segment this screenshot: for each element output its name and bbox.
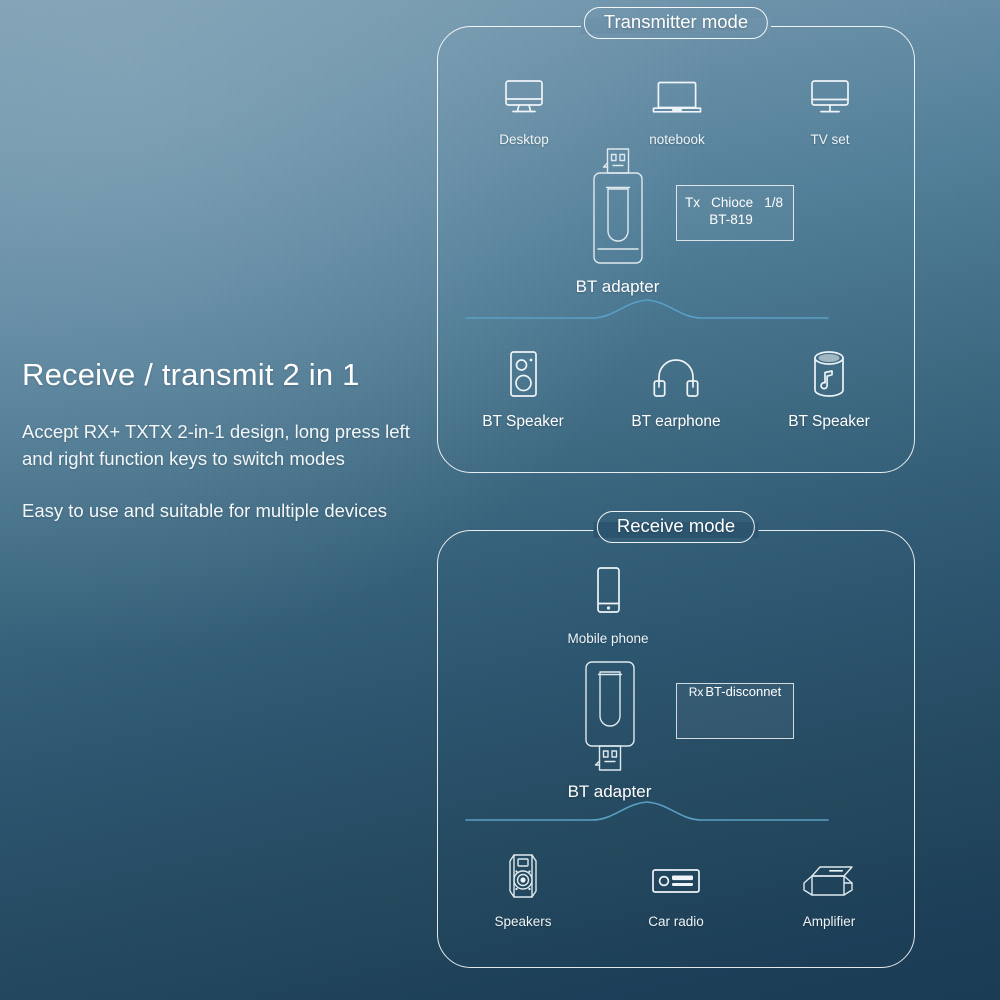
desktop-monitor-icon [466, 63, 582, 121]
amplifier-box-icon [771, 845, 887, 903]
device-bt-speaker-box: BT Speaker [465, 344, 581, 432]
transmitter-status-display: Tx Chioce 1/8 BT-819 [676, 185, 794, 241]
smartphone-icon [550, 562, 666, 620]
page-title: Receive / transmit 2 in 1 [22, 357, 360, 392]
device-amplifier: Amplifier [771, 845, 887, 930]
display-status: BT-disconnet [705, 684, 782, 699]
transmitter-source-row: Desktop notebook TV set [466, 63, 888, 148]
receive-status-display: Rx BT-disconnet [676, 683, 794, 739]
marketing-copy: Receive / transmit 2 in 1 Accept RX+ TXT… [22, 357, 422, 524]
device-label: Mobile phone [567, 631, 649, 646]
cylinder-speaker-icon [771, 344, 887, 402]
transmitter-bracket-connector [464, 297, 830, 323]
device-speakers: Speakers [465, 845, 581, 930]
device-bt-earphone: BT earphone [618, 344, 734, 432]
receive-output-row: Speakers Car radio Amplifier [465, 845, 887, 930]
transmitter-output-row: BT Speaker BT earphone BT Speaker [465, 344, 887, 432]
receive-bracket-connector [464, 799, 830, 825]
device-label: BT earphone [631, 413, 721, 430]
device-label: BT Speaker [788, 413, 870, 430]
display-mode: Tx [685, 195, 700, 210]
panel-title-receive: Receive mode [596, 511, 756, 543]
bookshelf-speaker-icon [465, 344, 581, 402]
device-tv-set: TV set [772, 63, 888, 148]
device-label: Speakers [494, 914, 552, 929]
headphones-icon [618, 344, 734, 402]
display-device-name: BT-819 [709, 211, 753, 227]
device-label: BT Speaker [482, 413, 564, 430]
usb-bluetooth-adapter-icon [560, 145, 675, 269]
display-status: Chioce [711, 195, 754, 210]
device-car-radio: Car radio [618, 845, 734, 930]
device-desktop: Desktop [466, 63, 582, 148]
device-notebook: notebook [619, 63, 735, 148]
tv-icon [772, 63, 888, 121]
usb-bluetooth-adapter-flipped-icon [552, 658, 667, 774]
infographic-canvas: Receive / transmit 2 in 1 Accept RX+ TXT… [0, 0, 1000, 1000]
device-label: Car radio [648, 914, 704, 929]
adapter-label: BT adapter [575, 277, 660, 296]
device-label: Amplifier [802, 914, 856, 929]
description-paragraph-2: Easy to use and suitable for multiple de… [22, 499, 388, 521]
car-stereo-icon [618, 845, 734, 903]
device-bt-speaker-cylinder: BT Speaker [771, 344, 887, 432]
receive-adapter: BT adapter [552, 658, 667, 802]
device-mobile-phone: Mobile phone [550, 562, 666, 647]
display-count: 1/8 [764, 195, 783, 210]
device-label: TV set [810, 132, 850, 147]
transmitter-adapter: BT adapter [560, 145, 675, 297]
display-mode: Rx [688, 685, 704, 699]
studio-monitor-icon [465, 845, 581, 903]
adapter-label: BT adapter [567, 782, 652, 801]
description-paragraph-1: Accept RX+ TXTX 2-in-1 design, long pres… [22, 421, 410, 470]
laptop-icon [619, 63, 735, 121]
panel-title-transmitter: Transmitter mode [583, 7, 769, 39]
